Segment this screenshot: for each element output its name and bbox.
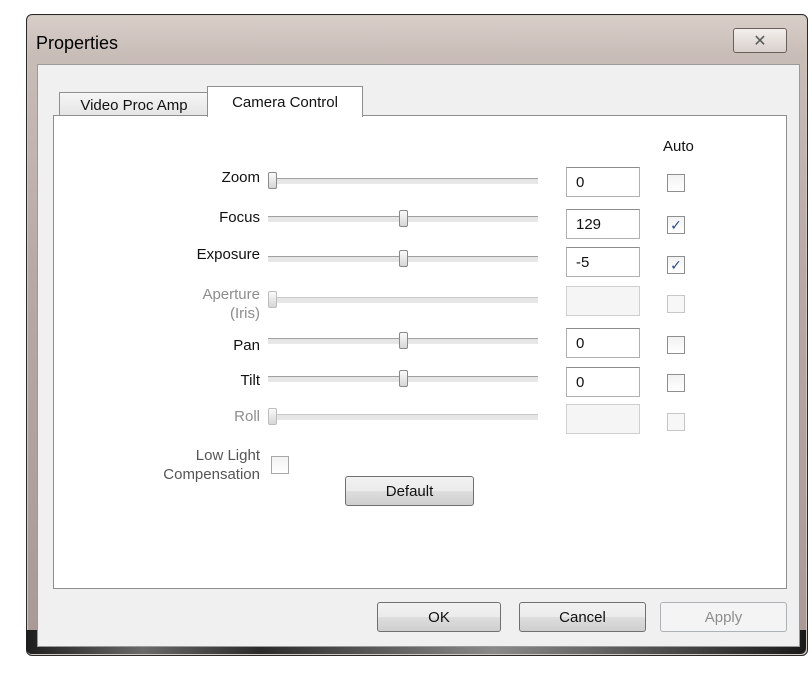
tilt-slider-thumb[interactable] [399, 370, 408, 387]
focus-auto-checkbox[interactable]: ✓ [667, 216, 685, 234]
pan-label: Pan [233, 337, 260, 354]
tab-video-proc-amp[interactable]: Video Proc Amp [59, 92, 209, 117]
exposure-slider-thumb[interactable] [399, 250, 408, 267]
close-button[interactable]: ✕ [733, 28, 787, 53]
tilt-slider[interactable] [268, 370, 538, 387]
zoom-slider[interactable] [268, 172, 538, 189]
low-light-label-line2: Compensation [163, 466, 260, 483]
tab-camera-control[interactable]: Camera Control [207, 86, 363, 117]
aperture-label-line1: Aperture [202, 286, 260, 303]
aperture-value-field [566, 286, 640, 316]
zoom-auto-checkbox[interactable] [667, 174, 685, 192]
aperture-auto-checkbox [667, 295, 685, 313]
tilt-value-field[interactable]: 0 [566, 367, 640, 397]
aperture-label-line2: (Iris) [230, 305, 260, 322]
focus-slider-thumb[interactable] [399, 210, 408, 227]
focus-value-field[interactable]: 129 [566, 209, 640, 239]
apply-button[interactable]: Apply [660, 602, 787, 632]
pan-slider[interactable] [268, 332, 538, 349]
low-light-label: Low Light Compensation [8, 446, 260, 484]
roll-slider-thumb [268, 408, 277, 425]
checkmark-icon: ✓ [670, 256, 682, 273]
zoom-slider-thumb[interactable] [268, 172, 277, 189]
zoom-label: Zoom [221, 169, 260, 186]
close-icon: ✕ [753, 32, 767, 50]
focus-label: Focus [219, 209, 260, 226]
ok-button[interactable]: OK [377, 602, 501, 632]
roll-auto-checkbox [667, 413, 685, 431]
aperture-slider-thumb [268, 291, 277, 308]
roll-label: Roll [234, 408, 260, 425]
aperture-slider [268, 291, 538, 308]
focus-slider[interactable] [268, 210, 538, 227]
exposure-auto-checkbox[interactable]: ✓ [667, 256, 685, 274]
low-light-label-line1: Low Light [195, 447, 260, 464]
auto-column-header: Auto [663, 138, 694, 155]
default-button[interactable]: Default [345, 476, 474, 506]
window-title: Properties [36, 33, 119, 53]
tilt-auto-checkbox[interactable] [667, 374, 685, 392]
exposure-slider[interactable] [268, 250, 538, 267]
pan-slider-thumb[interactable] [399, 332, 408, 349]
tilt-label: Tilt [240, 372, 260, 389]
exposure-label: Exposure [196, 246, 260, 263]
aperture-label: Aperture (Iris) [10, 285, 260, 323]
zoom-value-field[interactable]: 0 [566, 167, 640, 197]
roll-value-field [566, 404, 640, 434]
checkmark-icon: ✓ [670, 216, 682, 233]
low-light-compensation-checkbox[interactable] [271, 456, 289, 474]
pan-value-field[interactable]: 0 [566, 328, 640, 358]
cancel-button[interactable]: Cancel [519, 602, 646, 632]
pan-auto-checkbox[interactable] [667, 336, 685, 354]
roll-slider [268, 408, 538, 425]
exposure-value-field[interactable]: -5 [566, 247, 640, 277]
